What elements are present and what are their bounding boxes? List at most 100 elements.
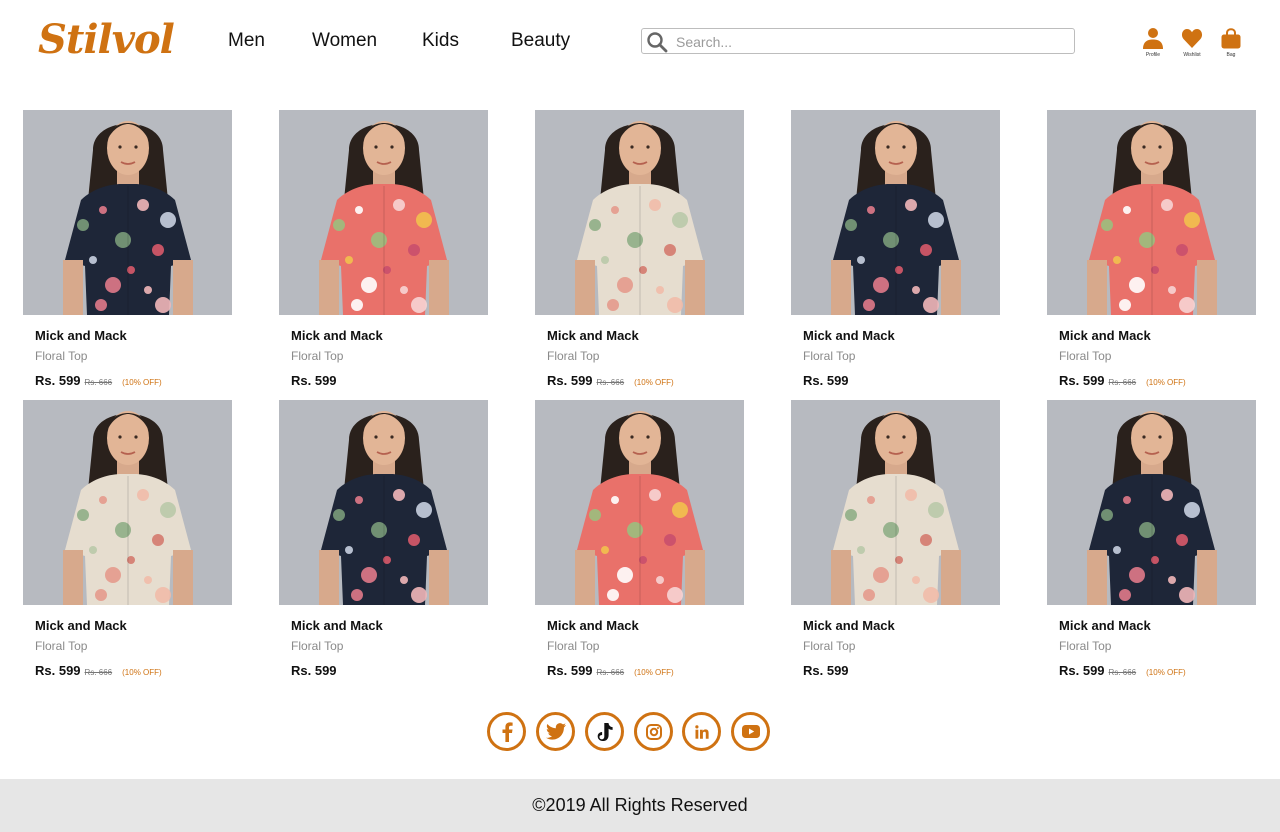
youtube-link[interactable]: [731, 712, 770, 751]
product-discount: (10% OFF): [1146, 378, 1186, 387]
product-image[interactable]: [23, 110, 232, 315]
product-brand: Mick and Mack: [547, 618, 639, 633]
product-price: Rs. 599: [547, 663, 593, 678]
product-brand: Mick and Mack: [547, 328, 639, 343]
site-footer: ©2019 All Rights Reserved: [0, 779, 1280, 832]
search-bar: [641, 28, 1075, 54]
product-card[interactable]: Mick and Mack Floral Top Rs. 599 Rs. 666 (10…: [535, 400, 744, 685]
twitter-icon: [545, 723, 566, 740]
product-mrp: Rs. 666: [84, 378, 113, 387]
brand-logo[interactable]: Stilvol: [38, 16, 175, 63]
product-image[interactable]: [279, 400, 488, 605]
product-name: Floral Top: [803, 639, 856, 653]
product-discount: (10% OFF): [122, 378, 162, 387]
youtube-icon: [741, 725, 760, 738]
product-discount: (10% OFF): [634, 378, 674, 387]
product-name: Floral Top: [547, 639, 600, 653]
nav-men[interactable]: Men: [228, 30, 265, 52]
product-card[interactable]: Mick and Mack Floral Top Rs. 599 Rs. 666 (10…: [535, 110, 744, 395]
product-card[interactable]: Mick and Mack Floral Top Rs. 599 Rs. 666 (10…: [23, 110, 232, 395]
product-brand: Mick and Mack: [803, 328, 895, 343]
product-price: Rs. 599: [291, 663, 337, 678]
product-discount: (10% OFF): [122, 668, 162, 677]
nav-women[interactable]: Women: [312, 30, 377, 52]
instagram-icon: [645, 723, 662, 740]
bag-icon: [1216, 27, 1246, 49]
product-brand: Mick and Mack: [1059, 328, 1151, 343]
twitter-link[interactable]: [536, 712, 575, 751]
product-discount: (10% OFF): [1146, 668, 1186, 677]
search-input[interactable]: [676, 32, 1066, 52]
product-discount: (10% OFF): [634, 668, 674, 677]
price-row: Rs. 599: [803, 373, 849, 388]
product-brand: Mick and Mack: [35, 328, 127, 343]
product-mrp: Rs. 666: [84, 668, 113, 677]
price-row: Rs. 599 Rs. 666 (10% OFF): [35, 373, 162, 388]
product-image[interactable]: [1047, 110, 1256, 315]
heart-icon: [1177, 27, 1207, 49]
product-brand: Mick and Mack: [35, 618, 127, 633]
product-name: Floral Top: [35, 349, 88, 363]
tiktok-icon: [597, 722, 613, 741]
product-card[interactable]: Mick and Mack Floral Top Rs. 599 Rs. 666 (10…: [1047, 110, 1256, 395]
product-name: Floral Top: [35, 639, 88, 653]
facebook-link[interactable]: [487, 712, 526, 751]
product-name: Floral Top: [547, 349, 600, 363]
profile-label: Profile: [1145, 52, 1161, 58]
tiktok-link[interactable]: [585, 712, 624, 751]
bag-button[interactable]: Bag: [1216, 27, 1246, 58]
product-image[interactable]: [791, 110, 1000, 315]
product-image[interactable]: [1047, 400, 1256, 605]
product-price: Rs. 599: [35, 663, 81, 678]
price-row: Rs. 599: [291, 373, 337, 388]
price-row: Rs. 599: [803, 663, 849, 678]
price-row: Rs. 599 Rs. 666 (10% OFF): [1059, 373, 1186, 388]
nav-beauty[interactable]: Beauty: [511, 30, 570, 52]
price-row: Rs. 599: [291, 663, 337, 678]
product-price: Rs. 599: [291, 373, 337, 388]
instagram-link[interactable]: [634, 712, 673, 751]
product-name: Floral Top: [803, 349, 856, 363]
product-price: Rs. 599: [803, 373, 849, 388]
product-price: Rs. 599: [803, 663, 849, 678]
product-price: Rs. 599: [547, 373, 593, 388]
product-card[interactable]: Mick and Mack Floral Top Rs. 599 Rs. 666 (10…: [23, 400, 232, 685]
product-image[interactable]: [791, 400, 1000, 605]
profile-icon: [1138, 27, 1168, 49]
product-name: Floral Top: [291, 349, 344, 363]
product-card[interactable]: Mick and Mack Floral Top Rs. 599: [279, 110, 488, 395]
wishlist-button[interactable]: Wishlist: [1177, 27, 1207, 58]
product-name: Floral Top: [291, 639, 344, 653]
product-card[interactable]: Mick and Mack Floral Top Rs. 599: [279, 400, 488, 685]
product-name: Floral Top: [1059, 349, 1112, 363]
product-card[interactable]: Mick and Mack Floral Top Rs. 599 Rs. 666 (10…: [1047, 400, 1256, 685]
product-name: Floral Top: [1059, 639, 1112, 653]
product-card[interactable]: Mick and Mack Floral Top Rs. 599: [791, 400, 1000, 685]
product-brand: Mick and Mack: [803, 618, 895, 633]
price-row: Rs. 599 Rs. 666 (10% OFF): [1059, 663, 1186, 678]
product-image[interactable]: [279, 110, 488, 315]
bag-label: Bag: [1226, 52, 1236, 58]
product-brand: Mick and Mack: [291, 618, 383, 633]
product-image[interactable]: [23, 400, 232, 605]
product-mrp: Rs. 666: [596, 378, 625, 387]
nav-kids[interactable]: Kids: [422, 30, 459, 52]
facebook-icon: [500, 721, 514, 742]
product-image[interactable]: [535, 400, 744, 605]
product-card[interactable]: Mick and Mack Floral Top Rs. 599: [791, 110, 1000, 395]
price-row: Rs. 599 Rs. 666 (10% OFF): [35, 663, 162, 678]
product-brand: Mick and Mack: [1059, 618, 1151, 633]
search-icon[interactable]: [646, 31, 668, 53]
profile-button[interactable]: Profile: [1138, 27, 1168, 58]
product-brand: Mick and Mack: [291, 328, 383, 343]
linkedin-icon: [694, 724, 709, 739]
product-mrp: Rs. 666: [596, 668, 625, 677]
site-header: Stilvol Men Women Kids Beauty Profile: [0, 0, 1280, 80]
price-row: Rs. 599 Rs. 666 (10% OFF): [547, 373, 674, 388]
wishlist-label: Wishlist: [1183, 52, 1201, 58]
product-price: Rs. 599: [1059, 373, 1105, 388]
product-price: Rs. 599: [35, 373, 81, 388]
linkedin-link[interactable]: [682, 712, 721, 751]
product-image[interactable]: [535, 110, 744, 315]
product-price: Rs. 599: [1059, 663, 1105, 678]
